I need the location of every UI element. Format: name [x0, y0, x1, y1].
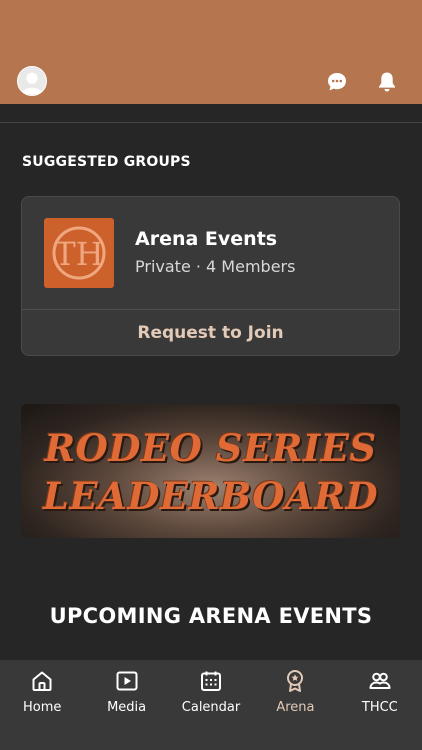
home-icon — [32, 671, 52, 691]
award-icon — [287, 670, 304, 692]
group-meta: Private · 4 Members — [135, 257, 296, 276]
nav-item-thcc[interactable]: THCC — [338, 660, 422, 750]
user-avatar-icon — [21, 72, 43, 95]
group-name[interactable]: Arena Events — [135, 228, 277, 250]
media-icon — [116, 671, 138, 691]
banner-line-1: RODEO SERIES — [44, 426, 377, 470]
bell-icon[interactable] — [375, 70, 399, 94]
nav-item-home[interactable]: Home — [0, 660, 84, 750]
rodeo-leaderboard-banner[interactable]: RODEO SERIES LEADERBOARD — [21, 404, 400, 538]
nav-label-media: Media — [107, 700, 147, 715]
suggested-groups-title: SUGGESTED GROUPS — [22, 154, 191, 170]
banner-line-2: LEADERBOARD — [42, 474, 379, 518]
nav-item-calendar[interactable]: Calendar — [169, 660, 253, 750]
nav-item-media[interactable]: Media — [84, 660, 168, 750]
group-logo-text: TH — [54, 235, 103, 273]
divider — [0, 122, 422, 123]
group-card[interactable]: TH Arena Events Private · 4 Members Requ… — [21, 196, 400, 356]
bottom-nav: Home Media Calendar Arena THCC — [0, 660, 422, 750]
top-bar — [0, 0, 422, 104]
calendar-icon — [201, 671, 222, 691]
nav-label-calendar: Calendar — [181, 700, 241, 715]
nav-label-arena: Arena — [276, 700, 315, 715]
avatar[interactable] — [17, 66, 47, 96]
group-logo: TH — [44, 218, 114, 288]
nav-label-home: Home — [23, 700, 62, 715]
request-to-join-button[interactable]: Request to Join — [22, 310, 399, 356]
nav-label-thcc: THCC — [361, 700, 398, 715]
people-icon — [369, 672, 391, 689]
nav-item-arena[interactable]: Arena — [253, 660, 337, 750]
chat-icon[interactable] — [325, 70, 349, 94]
upcoming-events-title: UPCOMING ARENA EVENTS — [49, 604, 373, 628]
